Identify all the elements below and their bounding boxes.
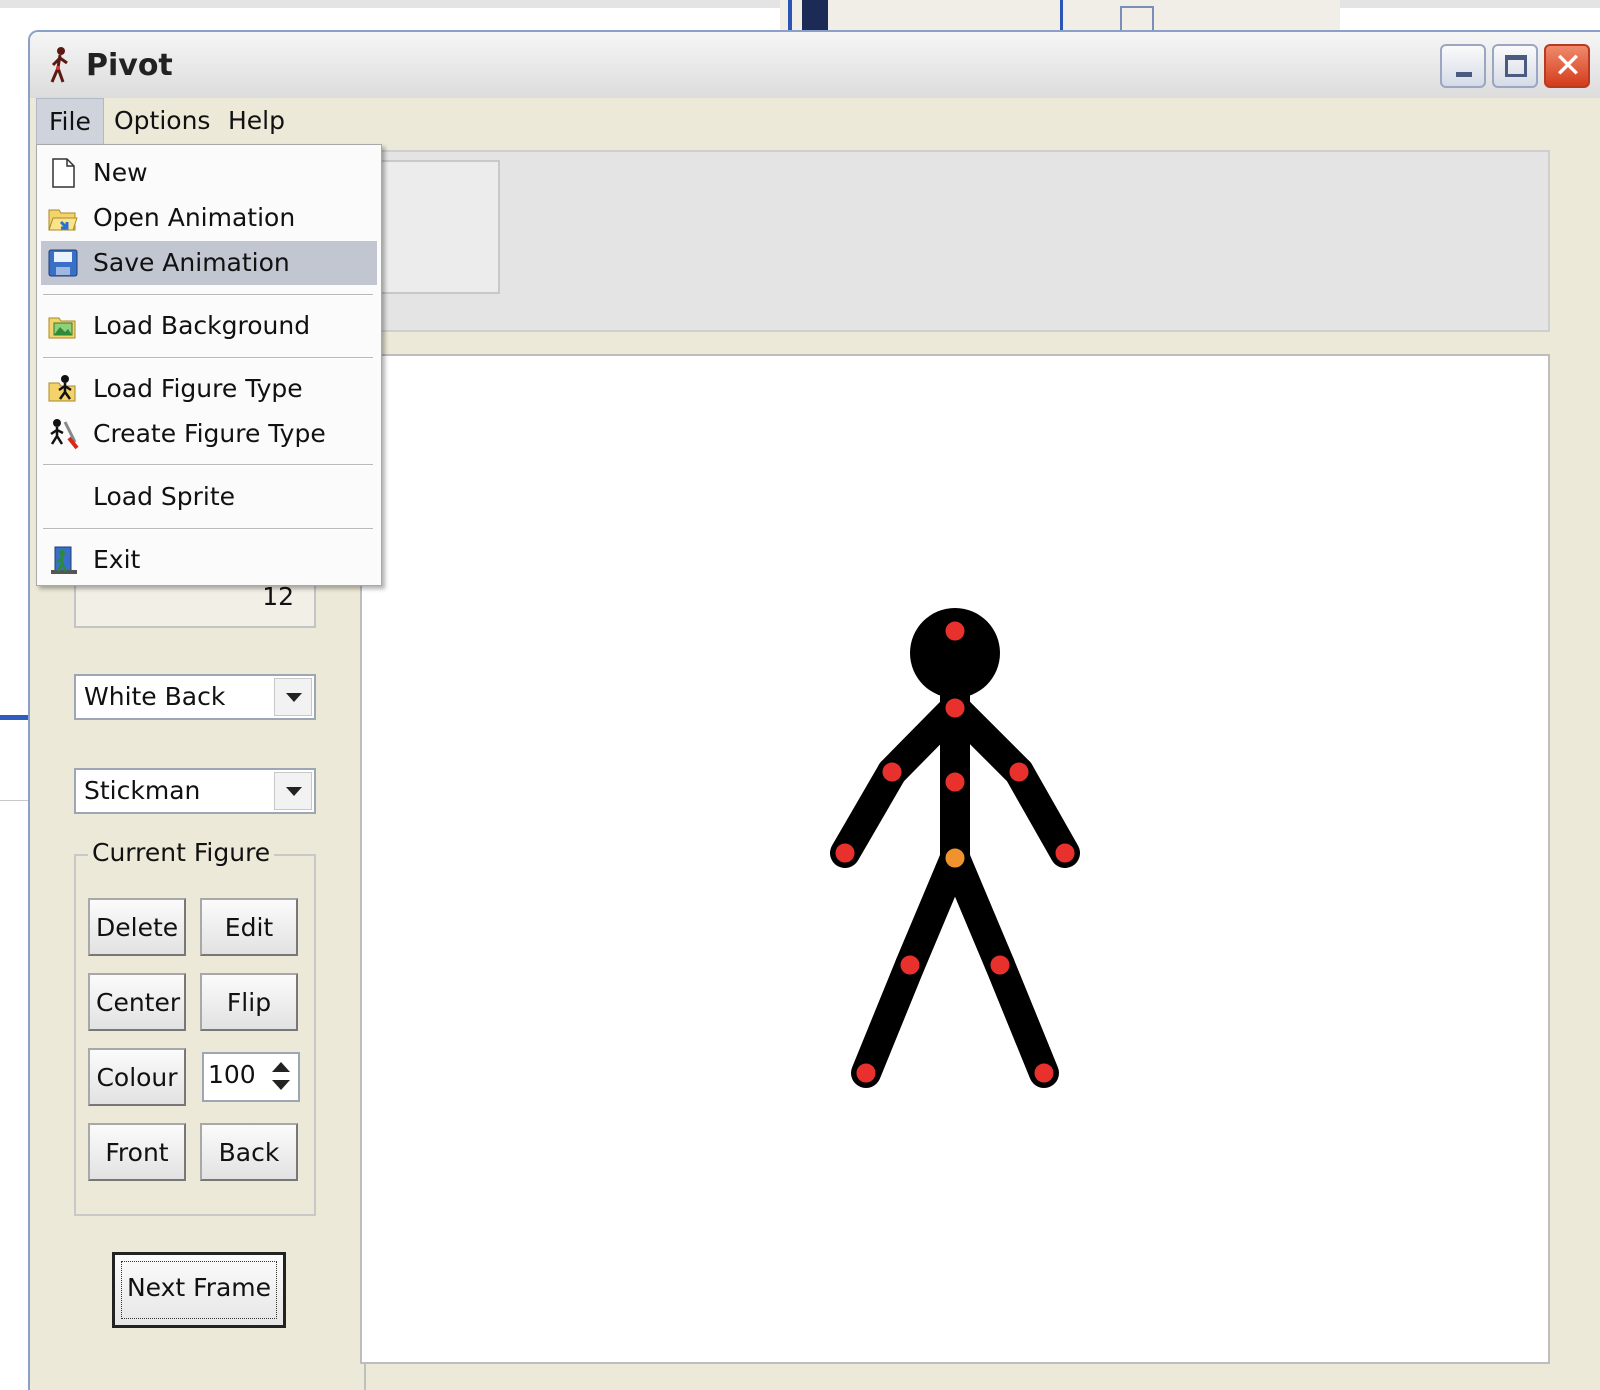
new-file-icon — [52, 158, 75, 188]
window-title: Pivot — [86, 48, 173, 83]
right-forearm — [1004, 757, 1080, 868]
maximize-icon — [1505, 55, 1527, 77]
menu-separator — [43, 294, 373, 296]
menu-item-load-figure-type-label: Load Figure Type — [93, 374, 303, 403]
stickman-app-icon — [50, 47, 68, 83]
maximize-button[interactable] — [1492, 44, 1538, 88]
menu-item-load-background[interactable]: Load Background — [41, 304, 377, 348]
left-elbow-handle — [879, 759, 905, 785]
opacity-value: 100 — [208, 1060, 256, 1089]
file-menu-dropdown: New Open Animation Save Animation Load B… — [36, 144, 382, 586]
menu-item-create-figure-type-label: Create Figure Type — [93, 419, 326, 448]
desktop-left-divider — [0, 800, 28, 801]
minimize-icon — [1456, 72, 1472, 77]
menu-item-new-label: New — [93, 158, 148, 187]
right-shin — [985, 950, 1059, 1088]
image-folder-icon — [48, 317, 76, 339]
figure-folder-icon — [48, 375, 76, 402]
neck-handle — [942, 695, 968, 721]
front-button[interactable]: Front — [88, 1123, 186, 1181]
left-forearm — [830, 757, 907, 868]
flip-button[interactable]: Flip — [200, 973, 298, 1031]
minimize-button[interactable] — [1440, 44, 1486, 88]
desktop-left-edge — [0, 715, 28, 720]
title-bar[interactable]: Pivot ✕ — [30, 32, 1600, 99]
left-knee-handle — [897, 952, 923, 978]
menu-item-create-figure-type[interactable]: Create Figure Type — [41, 412, 377, 456]
right-elbow-handle — [1006, 759, 1032, 785]
frames-panel — [370, 150, 1550, 332]
spin-up-icon[interactable] — [272, 1062, 290, 1072]
left-hand-handle — [832, 840, 858, 866]
current-figure-group: Current Figure Delete Edit Center Flip C… — [74, 838, 316, 1216]
center-button[interactable]: Center — [88, 973, 186, 1031]
open-folder-icon — [48, 209, 78, 231]
menu-item-load-sprite[interactable]: Load Sprite — [41, 475, 377, 519]
background-select-value: White Back — [84, 682, 226, 711]
right-knee-handle — [987, 952, 1013, 978]
right-hand-handle — [1052, 840, 1078, 866]
animation-canvas[interactable] — [360, 354, 1550, 1364]
menu-item-load-background-label: Load Background — [93, 311, 311, 340]
colour-button[interactable]: Colour — [88, 1048, 186, 1106]
chevron-down-icon[interactable] — [274, 772, 312, 810]
edit-button[interactable]: Edit — [200, 898, 298, 956]
current-figure-label: Current Figure — [88, 838, 275, 867]
delete-button[interactable]: Delete — [88, 898, 186, 956]
left-shin — [851, 950, 925, 1088]
chest-handle — [942, 769, 968, 795]
head-handle — [942, 618, 968, 644]
menu-file[interactable]: File — [36, 98, 104, 146]
menu-item-save-animation[interactable]: Save Animation — [41, 241, 377, 285]
menu-options[interactable]: Options — [102, 98, 222, 146]
menu-item-open-animation[interactable]: Open Animation — [41, 196, 377, 240]
menu-separator — [43, 528, 373, 530]
save-disk-icon — [48, 249, 78, 277]
menu-item-exit-label: Exit — [93, 545, 141, 574]
close-icon: ✕ — [1553, 46, 1583, 86]
chevron-down-icon[interactable] — [274, 678, 312, 716]
figure-tools-icon — [50, 419, 79, 450]
menu-item-load-sprite-label: Load Sprite — [93, 482, 236, 511]
menu-help[interactable]: Help — [216, 98, 297, 146]
spinner-arrows[interactable] — [266, 1056, 296, 1098]
menu-separator — [43, 357, 373, 359]
menu-bar: File Options Help — [30, 98, 1600, 146]
right-thigh — [940, 843, 1015, 980]
focus-outline — [121, 1261, 277, 1319]
background-window-strip — [780, 0, 1340, 32]
frame-thumbnail[interactable] — [372, 160, 500, 294]
left-foot-handle — [853, 1060, 879, 1086]
next-frame-button[interactable]: Next Frame — [112, 1252, 286, 1328]
exit-door-icon — [51, 546, 77, 574]
right-foot-handle — [1031, 1060, 1057, 1086]
menu-item-save-animation-label: Save Animation — [93, 248, 290, 277]
menu-item-exit[interactable]: Exit — [41, 538, 377, 582]
figure-type-select-value: Stickman — [84, 776, 201, 805]
menu-item-load-figure-type[interactable]: Load Figure Type — [41, 367, 377, 411]
close-button[interactable]: ✕ — [1544, 44, 1590, 88]
menu-separator — [43, 464, 373, 466]
stickman-figure[interactable] — [362, 356, 1548, 1362]
background-select[interactable]: White Back — [74, 674, 316, 720]
menu-item-new[interactable]: New — [41, 151, 377, 195]
spin-down-icon[interactable] — [272, 1080, 290, 1090]
opacity-spinner[interactable]: 100 — [202, 1052, 300, 1102]
menu-item-open-animation-label: Open Animation — [93, 203, 296, 232]
hip-center-handle — [942, 845, 968, 871]
frame-number: 12 — [262, 582, 294, 611]
figure-type-select[interactable]: Stickman — [74, 768, 316, 814]
back-button[interactable]: Back — [200, 1123, 298, 1181]
